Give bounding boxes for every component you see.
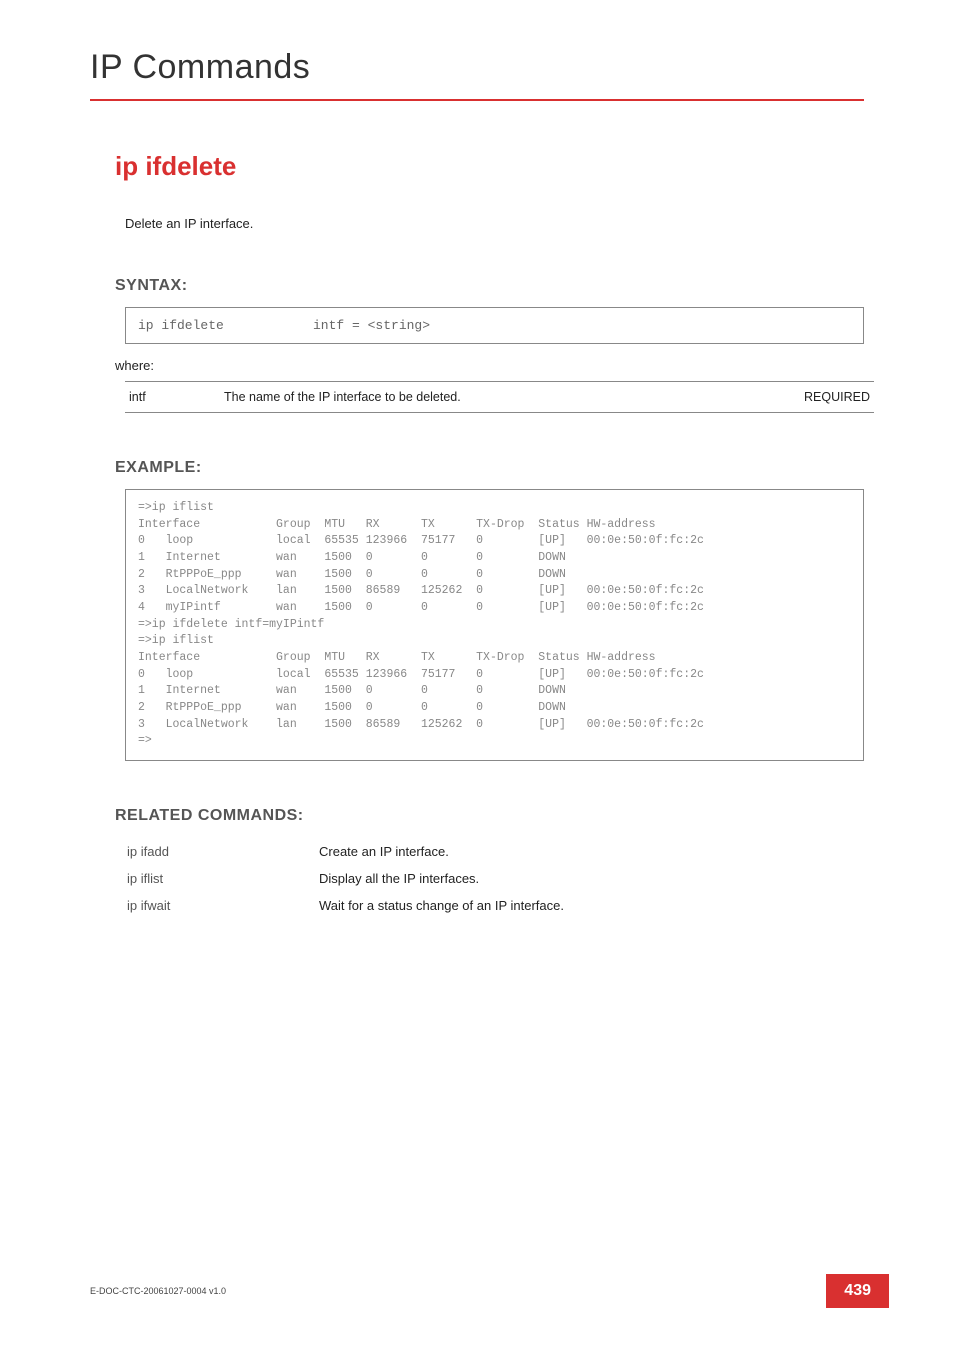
related-row: ip ifwait Wait for a status change of an… bbox=[127, 893, 564, 918]
example-label: EXAMPLE: bbox=[115, 459, 864, 477]
related-row: ip ifadd Create an IP interface. bbox=[127, 839, 564, 864]
params-table: intf The name of the IP interface to be … bbox=[125, 381, 874, 413]
related-label: RELATED COMMANDS: bbox=[115, 807, 864, 825]
command-description: Delete an IP interface. bbox=[125, 216, 864, 231]
related-cmd: ip ifwait bbox=[127, 893, 317, 918]
related-cmd: ip iflist bbox=[127, 866, 317, 891]
related-desc: Wait for a status change of an IP interf… bbox=[319, 893, 564, 918]
related-row: ip iflist Display all the IP interfaces. bbox=[127, 866, 564, 891]
syntax-args: intf = <string> bbox=[313, 318, 430, 333]
where-label: where: bbox=[115, 358, 864, 373]
command-title: ip ifdelete bbox=[115, 151, 864, 182]
page-footer: E-DOC-CTC-20061027-0004 v1.0 439 bbox=[90, 1274, 889, 1308]
example-box: =>ip iflist Interface Group MTU RX TX TX… bbox=[125, 489, 864, 761]
header-title: IP Commands bbox=[90, 48, 864, 87]
param-row: intf The name of the IP interface to be … bbox=[125, 382, 874, 413]
related-desc: Display all the IP interfaces. bbox=[319, 866, 564, 891]
syntax-command: ip ifdelete bbox=[138, 318, 313, 333]
page-content: ip ifdelete Delete an IP interface. SYNT… bbox=[0, 101, 954, 920]
related-table: ip ifadd Create an IP interface. ip ifli… bbox=[125, 837, 566, 920]
param-desc: The name of the IP interface to be delet… bbox=[220, 382, 722, 413]
footer-page-number: 439 bbox=[826, 1274, 889, 1308]
page-header: IP Commands bbox=[0, 0, 954, 101]
related-desc: Create an IP interface. bbox=[319, 839, 564, 864]
param-required: REQUIRED bbox=[722, 382, 874, 413]
syntax-box: ip ifdeleteintf = <string> bbox=[125, 307, 864, 344]
param-name: intf bbox=[125, 382, 220, 413]
syntax-label: SYNTAX: bbox=[115, 277, 864, 295]
footer-doc-id: E-DOC-CTC-20061027-0004 v1.0 bbox=[90, 1286, 226, 1296]
related-cmd: ip ifadd bbox=[127, 839, 317, 864]
